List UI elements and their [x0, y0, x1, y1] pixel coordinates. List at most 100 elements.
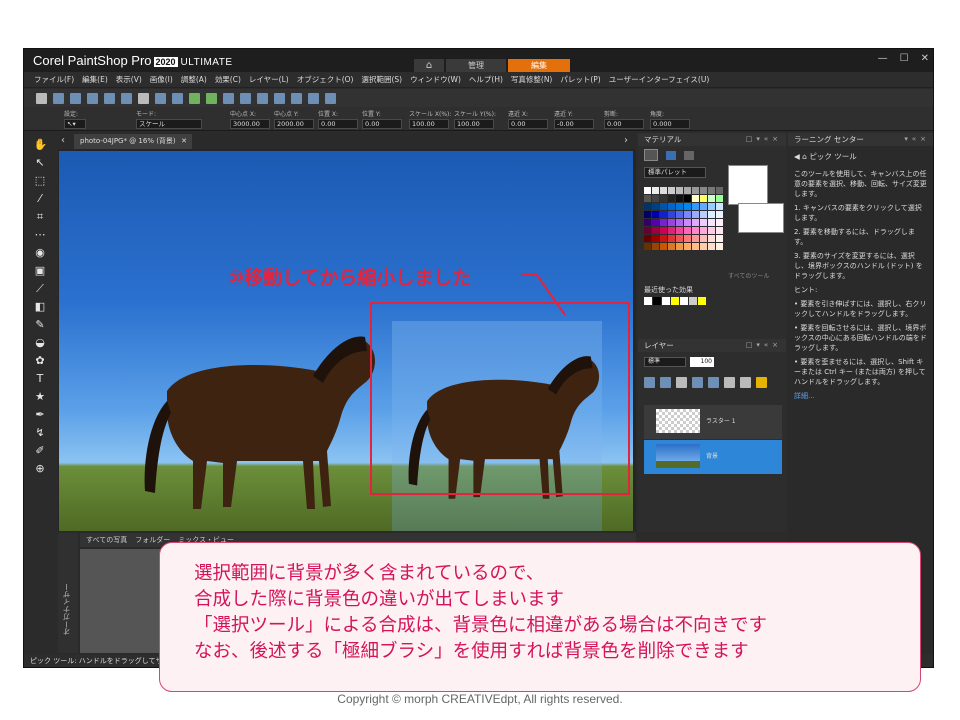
color-swatch[interactable] — [708, 195, 715, 202]
zoom-out-icon[interactable] — [291, 92, 302, 104]
foreground-swatch[interactable] — [728, 165, 768, 205]
color-swatch[interactable] — [692, 195, 699, 202]
color-swatch[interactable] — [644, 203, 651, 210]
skew-y-field[interactable]: -0.00 — [554, 119, 594, 129]
color-swatch[interactable] — [652, 235, 659, 242]
pan-icon[interactable]: ✋ — [34, 139, 48, 151]
crop-icon[interactable]: ⌗ — [34, 211, 47, 223]
undo-history-icon[interactable] — [189, 92, 200, 104]
menu-image[interactable]: 画像(I) — [150, 74, 173, 85]
color-swatch[interactable] — [692, 211, 699, 218]
color-swatch[interactable] — [652, 211, 659, 218]
warp-brush-icon[interactable]: ↯ — [34, 427, 47, 439]
clone-icon[interactable]: ⟋ — [34, 283, 47, 295]
color-swatch[interactable] — [660, 187, 667, 194]
color-swatch[interactable] — [684, 227, 691, 234]
color-swatch[interactable] — [660, 243, 667, 250]
new-layer-icon[interactable] — [644, 377, 655, 388]
blend-mode-select[interactable]: 標準 — [644, 357, 686, 367]
recent-color-swatch[interactable] — [698, 297, 706, 305]
color-swatch[interactable] — [700, 227, 707, 234]
color-swatch[interactable] — [660, 195, 667, 202]
color-swatch[interactable] — [684, 219, 691, 226]
color-swatch[interactable] — [692, 203, 699, 210]
preset-shape-icon[interactable]: ★ — [34, 391, 47, 403]
color-swatch[interactable] — [700, 203, 707, 210]
color-swatch[interactable] — [716, 195, 723, 202]
menu-objects[interactable]: オブジェクト(O) — [297, 74, 354, 85]
color-swatch[interactable] — [652, 195, 659, 202]
color-swatch[interactable] — [652, 219, 659, 226]
browse-icon[interactable] — [70, 92, 81, 104]
color-swatch[interactable] — [708, 219, 715, 226]
tab-scroll-right-icon[interactable]: › — [624, 135, 628, 146]
home-tab[interactable]: ⌂ — [414, 59, 444, 72]
color-swatch[interactable] — [644, 195, 651, 202]
undo-icon[interactable] — [155, 92, 166, 104]
zoom-in-icon[interactable] — [274, 92, 285, 104]
fit-window-icon[interactable] — [240, 92, 251, 104]
recent-color-swatch[interactable] — [644, 297, 652, 305]
color-swatch[interactable] — [652, 203, 659, 210]
background-swatch[interactable] — [738, 203, 784, 233]
color-swatch[interactable] — [652, 243, 659, 250]
recent-color-swatch[interactable] — [689, 297, 697, 305]
color-swatch[interactable] — [716, 187, 723, 194]
color-swatch[interactable] — [660, 211, 667, 218]
layer-effects-icon[interactable] — [676, 377, 687, 388]
color-swatch[interactable] — [692, 235, 699, 242]
add-tool-icon[interactable]: ⊕ — [34, 463, 47, 475]
maximize-button[interactable]: ☐ — [900, 53, 909, 64]
color-swatch[interactable] — [668, 203, 675, 210]
color-swatch[interactable] — [668, 187, 675, 194]
color-swatch[interactable] — [708, 235, 715, 242]
recent-colors[interactable] — [644, 297, 706, 305]
color-swatch[interactable] — [684, 243, 691, 250]
color-swatch[interactable] — [700, 195, 707, 202]
color-swatch[interactable] — [716, 227, 723, 234]
color-swatch[interactable] — [700, 219, 707, 226]
color-swatch[interactable] — [660, 235, 667, 242]
opacity-field[interactable]: 100 — [690, 357, 714, 367]
new-mask-icon[interactable] — [660, 377, 671, 388]
tab-manage[interactable]: 管理 — [446, 59, 506, 72]
color-swatch[interactable] — [668, 235, 675, 242]
menu-view[interactable]: 表示(V) — [116, 74, 142, 85]
menu-retouch[interactable]: 写真修整(N) — [511, 74, 552, 85]
color-swatch[interactable] — [676, 203, 683, 210]
color-swatch[interactable] — [644, 243, 651, 250]
color-swatch[interactable] — [668, 195, 675, 202]
flood-fill-icon[interactable]: ◒ — [34, 337, 47, 349]
open-icon[interactable] — [53, 92, 64, 104]
dropper-icon[interactable]: ⁄ — [34, 193, 47, 205]
color-swatch[interactable] — [692, 227, 699, 234]
color-swatch[interactable] — [684, 203, 691, 210]
color-swatch[interactable] — [708, 211, 715, 218]
color-swatch[interactable] — [660, 219, 667, 226]
paint-brush-icon[interactable]: ✎ — [34, 319, 47, 331]
color-swatch[interactable] — [716, 203, 723, 210]
minimize-button[interactable]: — — [878, 53, 888, 64]
pos-x-field[interactable]: 0.00 — [318, 119, 358, 129]
learning-controls-icon[interactable]: ▾«× — [904, 133, 930, 146]
picture-tube-icon[interactable]: ✿ — [34, 355, 47, 367]
color-swatch[interactable] — [716, 243, 723, 250]
color-swatch[interactable] — [708, 227, 715, 234]
center-x-field[interactable]: 3000.00 — [230, 119, 270, 129]
lock-icon[interactable] — [756, 377, 767, 388]
print-icon[interactable] — [138, 92, 149, 104]
menu-edit[interactable]: 編集(E) — [82, 74, 108, 85]
new-file-icon[interactable] — [36, 92, 47, 104]
color-swatches[interactable] — [644, 187, 723, 250]
color-swatch[interactable] — [676, 187, 683, 194]
document-close-icon[interactable]: ✕ — [181, 134, 187, 149]
recent-color-swatch[interactable] — [662, 297, 670, 305]
color-swatch[interactable] — [676, 219, 683, 226]
home-small-icon[interactable]: ⌂ — [802, 152, 807, 161]
red-eye-icon[interactable]: ◉ — [34, 247, 47, 259]
color-swatch[interactable] — [692, 243, 699, 250]
preset-dropdown[interactable]: ↖▾ — [64, 119, 86, 129]
overview-icon[interactable] — [308, 92, 319, 104]
color-swatch[interactable] — [684, 211, 691, 218]
pos-y-field[interactable]: 0.00 — [362, 119, 402, 129]
